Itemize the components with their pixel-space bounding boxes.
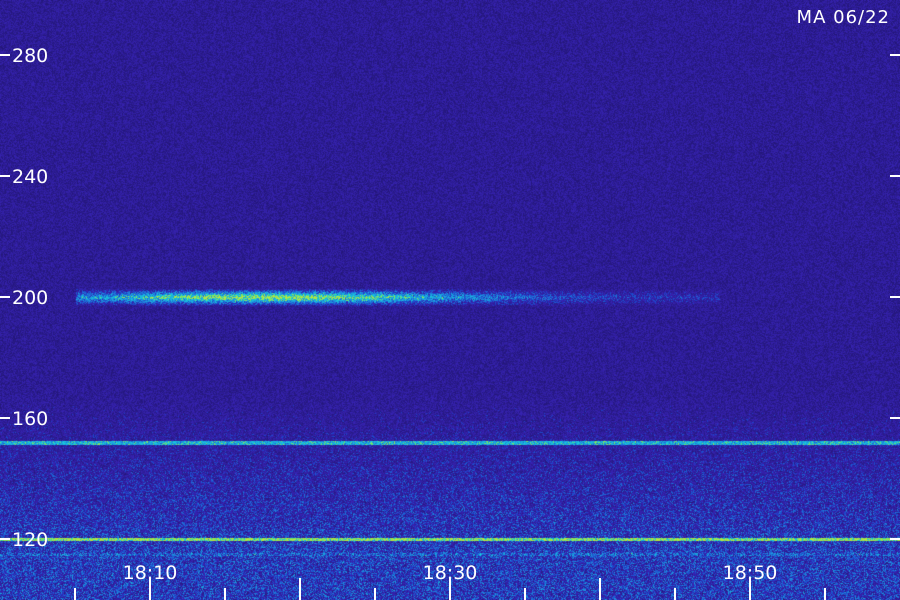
y-tick-label: 160 (12, 408, 48, 430)
y-tick-label: 200 (12, 287, 48, 309)
x-axis: 18:10 18:30 18:50 (74, 562, 826, 600)
y-tick-label: 120 (12, 529, 48, 551)
x-tick-label: 18:50 (723, 562, 778, 584)
spectrogram-panel: 280 240 200 160 120 18:10 18:30 18:50 MA 06/22 (0, 0, 900, 600)
y-tick-label: 240 (12, 166, 48, 188)
y-tick-label: 280 (12, 45, 48, 67)
x-tick-label: 18:30 (423, 562, 478, 584)
x-tick-label: 18:10 (123, 562, 178, 584)
y-axis: 280 240 200 160 120 (0, 45, 900, 551)
date-stamp: MA 06/22 (797, 7, 890, 28)
axis-overlay: 280 240 200 160 120 18:10 18:30 18:50 MA 06/22 (0, 7, 900, 600)
